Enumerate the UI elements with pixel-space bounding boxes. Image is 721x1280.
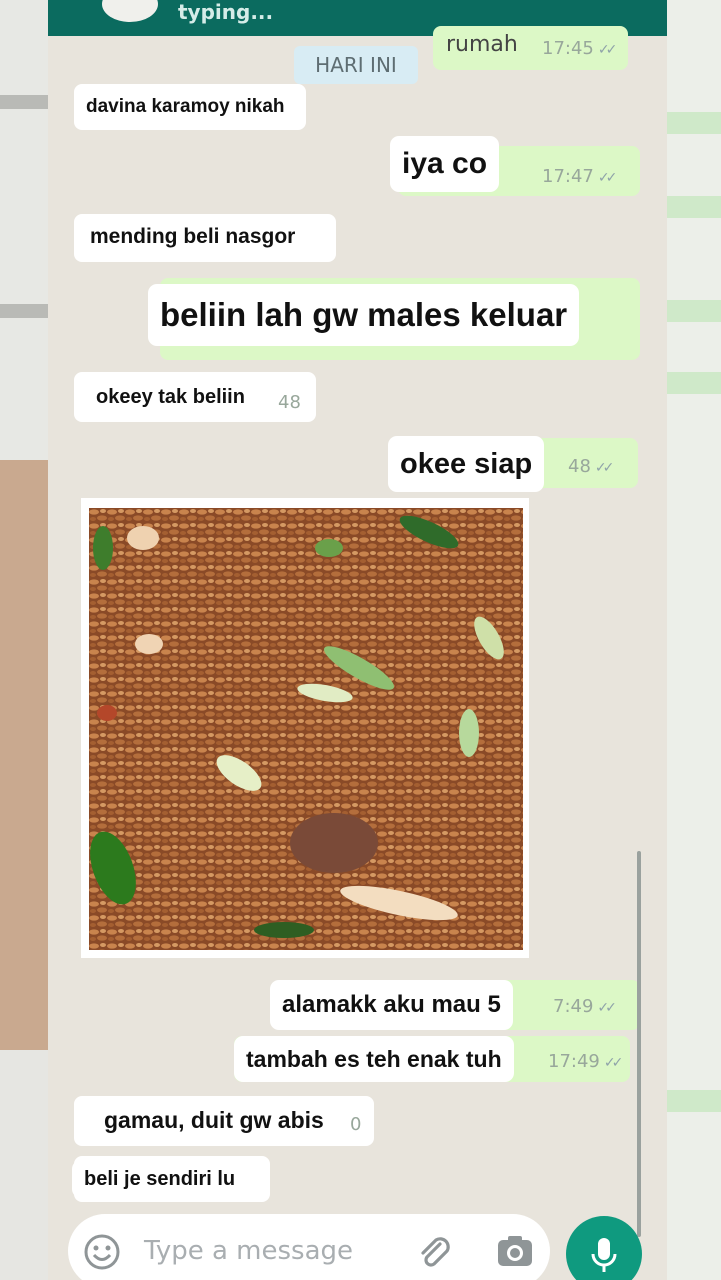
microphone-icon bbox=[591, 1238, 617, 1272]
message-list[interactable]: HARI INI rumah 17:45 ✓✓ davina karamoy ni… bbox=[48, 26, 667, 1237]
message-caption: beli je sendiri lu bbox=[72, 1160, 248, 1198]
read-ticks-icon: ✓✓ bbox=[597, 1000, 617, 1016]
chat-screen: typing... HARI INI rumah 17:45 ✓✓ davina … bbox=[48, 0, 667, 1280]
message-caption: iya co bbox=[390, 136, 500, 192]
blurred-left-edge bbox=[0, 0, 48, 1280]
date-chip: HARI INI bbox=[294, 46, 418, 84]
message-caption: tambah es teh enak tuh bbox=[234, 1036, 514, 1082]
camera-icon[interactable] bbox=[496, 1234, 534, 1270]
message-caption: mending beli nasgor bbox=[78, 216, 308, 258]
message-time: 7:49 ✓✓ bbox=[553, 996, 617, 1017]
message-caption: okee siap bbox=[388, 436, 545, 492]
fried-rice-image bbox=[89, 508, 523, 950]
read-ticks-icon: ✓✓ bbox=[603, 1055, 624, 1071]
message-time: 17:49 ✓✓ bbox=[548, 1051, 624, 1072]
message-text: rumah bbox=[446, 32, 518, 57]
message-time: 17:45 ✓✓ bbox=[542, 38, 618, 59]
message-caption: beliin lah gw males keluar bbox=[148, 284, 580, 346]
message-time: 48 ✓✓ bbox=[568, 456, 615, 477]
message-time: 48 bbox=[278, 392, 301, 413]
message-time: 17:47 ✓✓ bbox=[542, 166, 618, 187]
read-ticks-icon: ✓✓ bbox=[594, 460, 615, 476]
message-caption: gamau, duit gw abis bbox=[92, 1098, 336, 1142]
contact-avatar-icon[interactable] bbox=[100, 0, 160, 24]
message-time: 0 bbox=[350, 1114, 362, 1135]
read-ticks-icon: ✓✓ bbox=[597, 42, 618, 58]
scrollbar[interactable] bbox=[637, 851, 641, 1237]
mic-button[interactable] bbox=[566, 1216, 642, 1280]
emoji-icon[interactable] bbox=[84, 1234, 120, 1270]
blurred-right-edge bbox=[667, 0, 721, 1280]
fried-rice-photo[interactable] bbox=[81, 498, 529, 958]
message-caption: davina karamoy nikah bbox=[74, 88, 297, 126]
message-composer[interactable]: Type a message bbox=[68, 1214, 550, 1280]
message-caption: alamakk aku mau 5 bbox=[270, 980, 513, 1030]
message-caption: okeey tak beliin bbox=[84, 376, 257, 418]
typing-status: typing... bbox=[178, 0, 274, 24]
paperclip-icon[interactable] bbox=[414, 1232, 454, 1272]
message-input[interactable]: Type a message bbox=[144, 1236, 353, 1266]
read-ticks-icon: ✓✓ bbox=[597, 170, 618, 186]
